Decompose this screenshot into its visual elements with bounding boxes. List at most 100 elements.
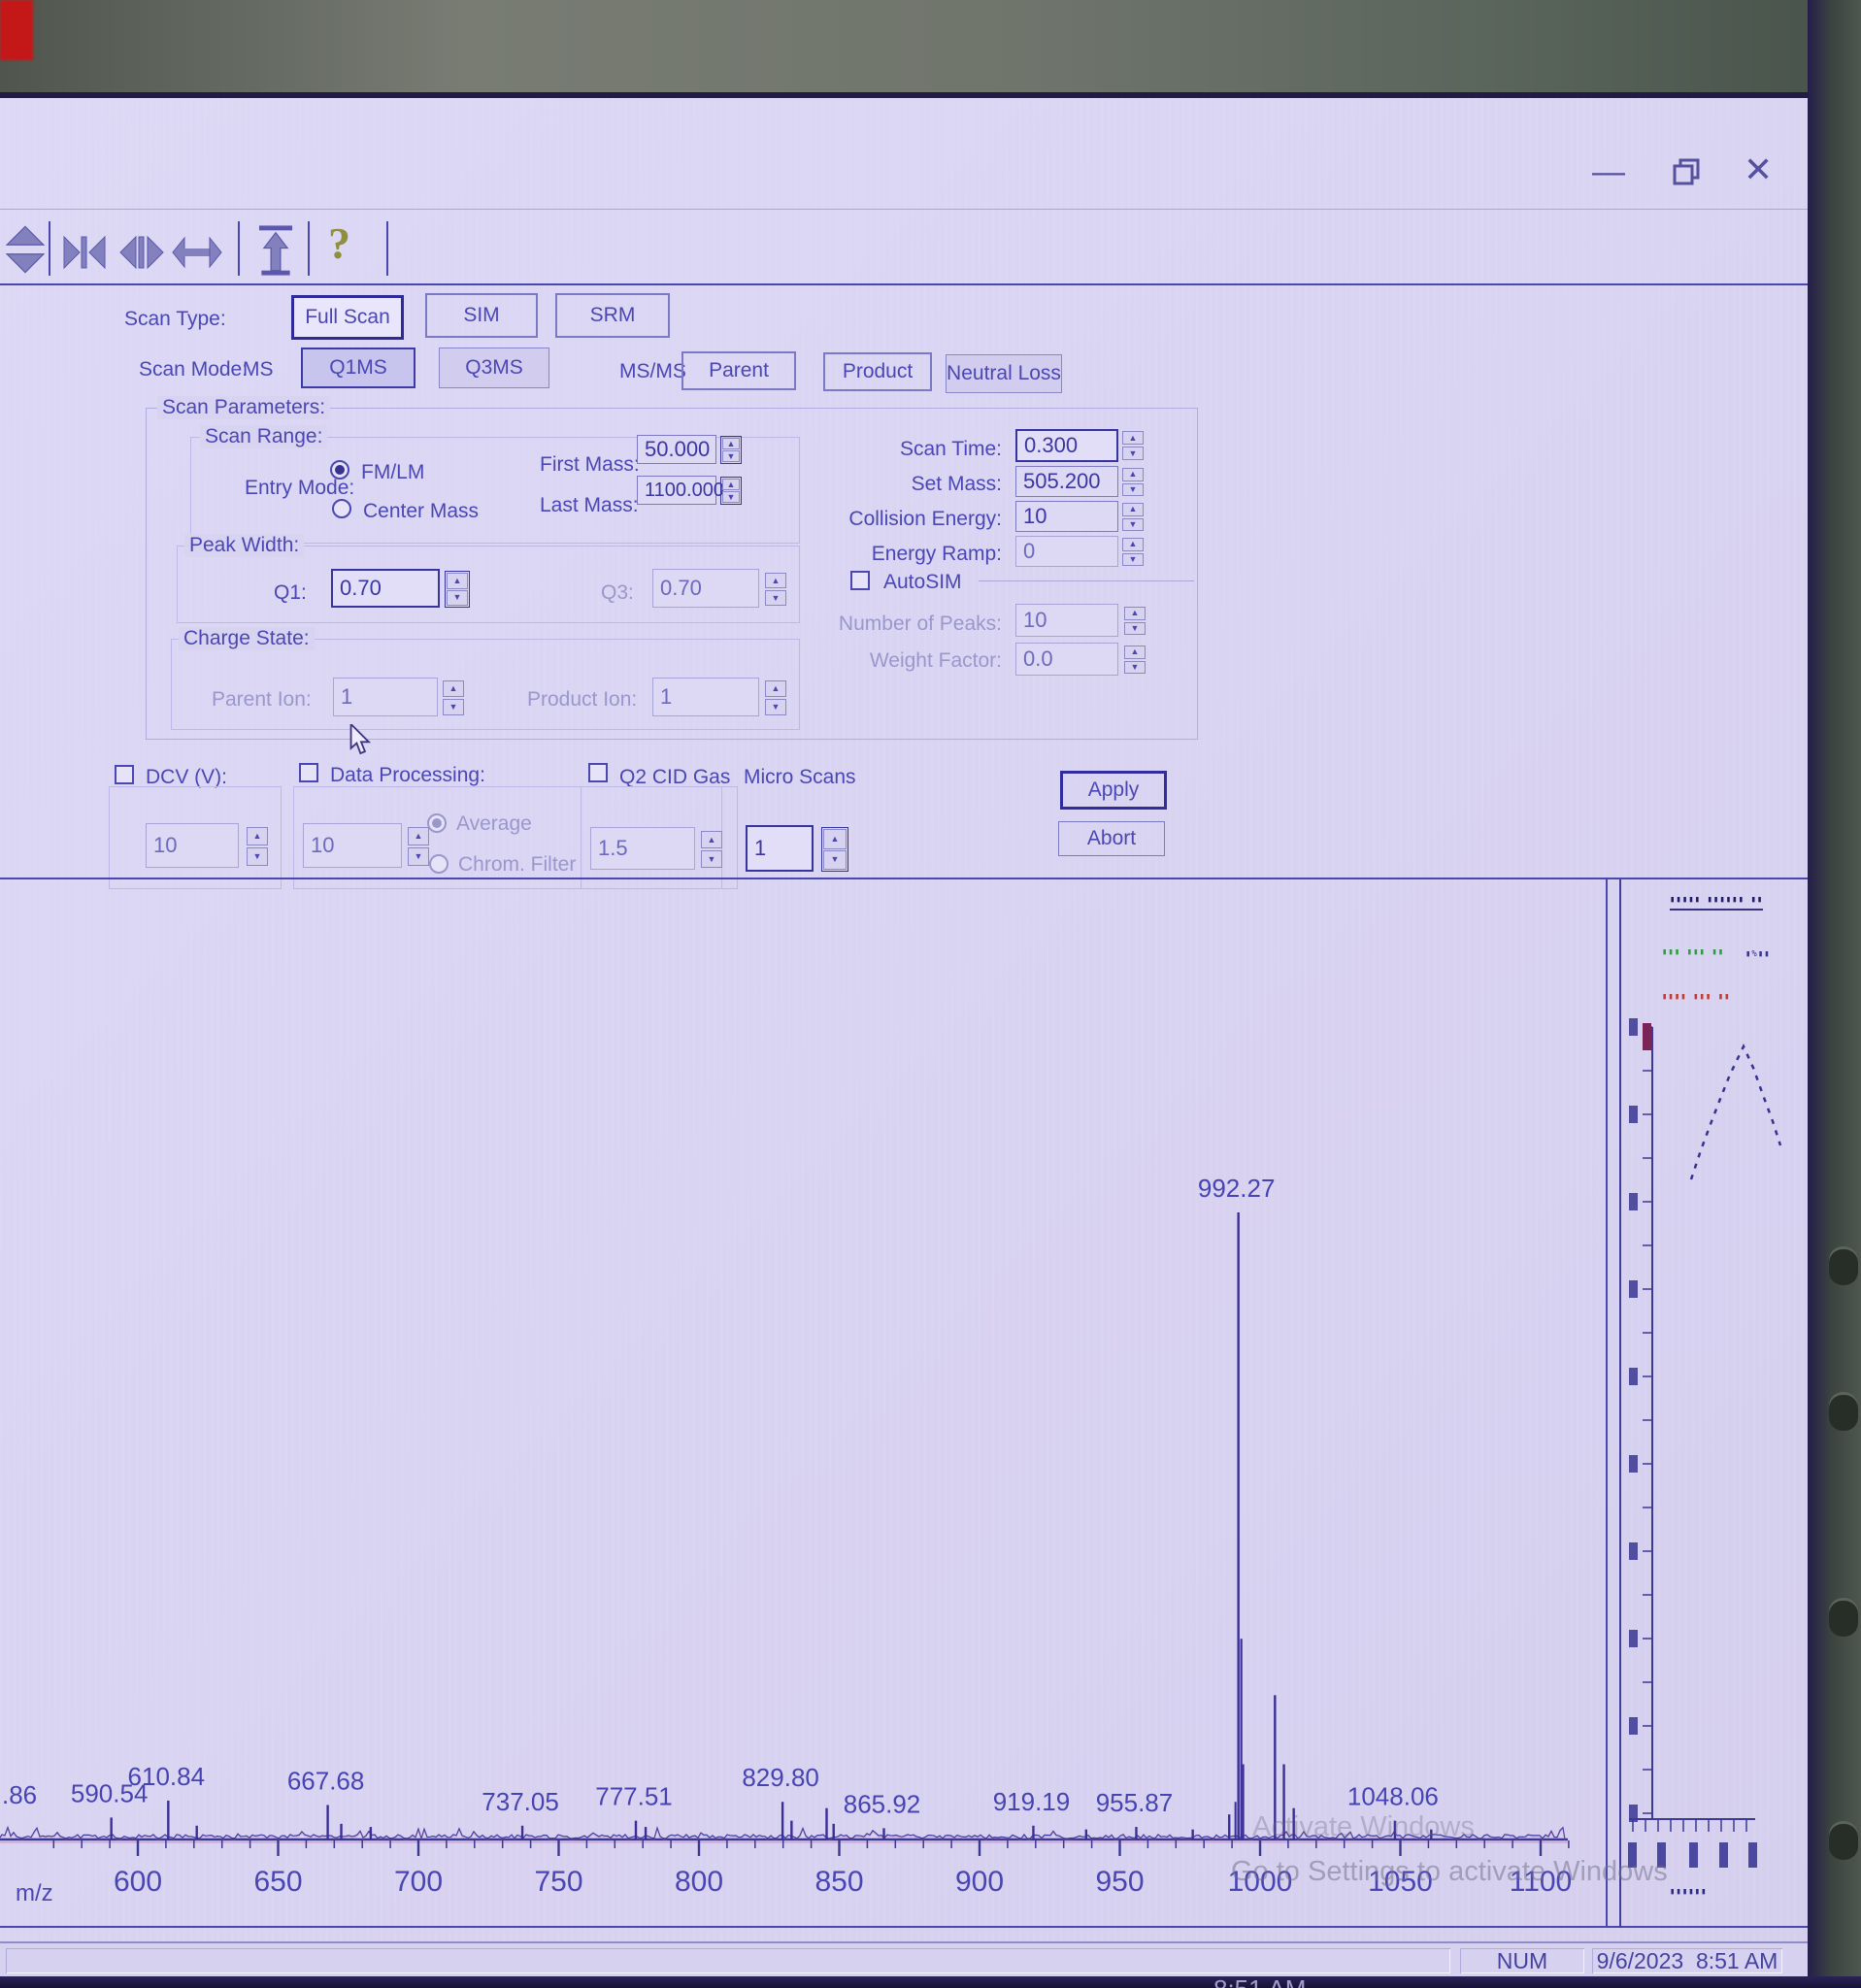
last-mass-label: Last Mass: bbox=[540, 494, 639, 516]
weight-factor-spinner[interactable] bbox=[1124, 646, 1146, 674]
q2-cid-gas-spinner[interactable] bbox=[701, 831, 722, 868]
abort-button[interactable]: Abort bbox=[1058, 821, 1165, 856]
center-mass-radio[interactable] bbox=[332, 499, 351, 518]
parent-ion-spinner[interactable] bbox=[443, 680, 464, 715]
charge-state-caption: Charge State: bbox=[179, 627, 315, 650]
data-processing-label[interactable]: Data Processing: bbox=[330, 763, 485, 788]
dcv-spinner[interactable] bbox=[247, 827, 268, 866]
data-processing-checkbox[interactable] bbox=[299, 763, 318, 782]
svg-text:1048.06: 1048.06 bbox=[1347, 1782, 1439, 1811]
mass-spectrum-plot: 600 650 700 750 800 850 900 950 1000 1050 1100590.… bbox=[0, 1174, 1572, 1898]
toolbar-separator bbox=[386, 221, 388, 276]
autosim-label[interactable]: AutoSIM bbox=[883, 570, 962, 595]
toolbar-bottom-divider bbox=[0, 283, 1808, 285]
scan-time-spinner[interactable] bbox=[1122, 431, 1144, 460]
vertical-fit-icon[interactable] bbox=[4, 224, 47, 280]
collision-energy-spinner[interactable] bbox=[1122, 503, 1144, 531]
number-of-peaks-input[interactable]: 10 bbox=[1015, 604, 1118, 637]
q1-input[interactable]: 0.70 bbox=[331, 569, 440, 608]
product-ion-spinner[interactable] bbox=[765, 680, 786, 715]
q3-label: Q3: bbox=[601, 581, 634, 604]
scan-mode-q3ms-button[interactable]: Q3MS bbox=[439, 348, 549, 388]
center-mass-radio-label[interactable]: Center Mass bbox=[363, 499, 479, 524]
red-label-patch bbox=[0, 0, 33, 60]
scan-type-sim-button[interactable]: SIM bbox=[425, 293, 538, 338]
status-datetime: 9/6/2023 8:51 AM bbox=[1592, 1948, 1782, 1973]
weight-factor-label: Weight Factor: bbox=[869, 649, 1002, 672]
product-ion-input[interactable]: 1 bbox=[652, 678, 759, 716]
mouse-cursor bbox=[348, 721, 375, 762]
set-mass-input[interactable]: 505.200 bbox=[1015, 466, 1118, 497]
number-of-peaks-spinner[interactable] bbox=[1124, 607, 1146, 635]
set-mass-spinner[interactable] bbox=[1122, 468, 1144, 496]
scan-mode-product-button[interactable]: Product bbox=[823, 352, 932, 391]
chrom-filter-radio[interactable] bbox=[429, 854, 449, 874]
scan-time-input[interactable]: 0.300 bbox=[1015, 429, 1118, 462]
q3-input[interactable]: 0.70 bbox=[652, 569, 759, 608]
minimize-button[interactable]: — bbox=[1592, 153, 1625, 191]
q3-spinner[interactable] bbox=[765, 573, 786, 606]
average-radio-label[interactable]: Average bbox=[456, 812, 532, 837]
fm-lm-radio[interactable] bbox=[330, 460, 349, 480]
bezel-notch bbox=[1829, 1246, 1858, 1285]
autosim-checkbox[interactable] bbox=[850, 571, 870, 590]
restore-button[interactable] bbox=[1672, 157, 1701, 191]
expand-from-bar-icon[interactable] bbox=[118, 233, 165, 277]
svg-text:955.87: 955.87 bbox=[1096, 1788, 1174, 1817]
average-radio[interactable] bbox=[427, 813, 447, 833]
toolbar-separator bbox=[238, 221, 240, 276]
q2-cid-gas-input[interactable]: 1.5 bbox=[590, 827, 695, 870]
raise-to-top-icon[interactable] bbox=[254, 223, 297, 282]
scan-type-full-scan-button[interactable]: Full Scan bbox=[291, 295, 404, 340]
scan-mode-neutral-loss-button[interactable]: Neutral Loss bbox=[946, 354, 1062, 393]
parent-ion-input[interactable]: 1 bbox=[333, 678, 438, 716]
fm-lm-radio-label[interactable]: FM/LM bbox=[361, 460, 424, 485]
first-mass-label: First Mass: bbox=[540, 453, 640, 476]
dcv-input[interactable]: 10 bbox=[146, 823, 239, 868]
q2-cid-gas-checkbox[interactable] bbox=[588, 763, 608, 782]
msms-label: MS/MS bbox=[619, 360, 686, 382]
set-mass-label: Set Mass: bbox=[911, 473, 1002, 495]
weight-factor-input[interactable]: 0.0 bbox=[1015, 643, 1118, 676]
scan-mode-parent-button[interactable]: Parent bbox=[681, 351, 796, 390]
last-mass-spinner[interactable] bbox=[720, 477, 742, 505]
q1-spinner[interactable] bbox=[445, 571, 470, 608]
scan-range-caption: Scan Range: bbox=[200, 425, 328, 448]
collision-energy-input[interactable]: 10 bbox=[1015, 501, 1118, 532]
svg-text:992.27: 992.27 bbox=[1198, 1174, 1276, 1203]
first-mass-input[interactable]: 50.000 bbox=[637, 435, 716, 464]
horizontal-span-icon[interactable] bbox=[171, 236, 223, 274]
first-mass-spinner[interactable] bbox=[720, 436, 742, 464]
status-num-indicator: NUM bbox=[1460, 1948, 1584, 1973]
collapse-to-bar-icon[interactable] bbox=[62, 233, 107, 277]
splitter[interactable] bbox=[0, 878, 1808, 879]
energy-ramp-input[interactable]: 0 bbox=[1015, 536, 1118, 567]
dcv-checkbox[interactable] bbox=[115, 765, 134, 784]
last-mass-input[interactable]: 1100.000 bbox=[637, 476, 724, 505]
svg-text:650: 650 bbox=[253, 1866, 302, 1898]
scan-mode-q1ms-button[interactable]: Q1MS bbox=[301, 348, 415, 388]
scan-type-srm-button[interactable]: SRM bbox=[555, 293, 670, 338]
energy-ramp-spinner[interactable] bbox=[1122, 538, 1144, 566]
restore-icon bbox=[1673, 158, 1700, 185]
help-icon[interactable]: ? bbox=[328, 217, 350, 269]
parent-ion-label: Parent Ion: bbox=[212, 688, 312, 711]
monitor-bezel-top bbox=[0, 0, 1861, 98]
svg-text:.86: .86 bbox=[2, 1780, 37, 1809]
micro-scans-spinner[interactable] bbox=[821, 827, 848, 872]
collision-energy-label: Collision Energy: bbox=[848, 508, 1002, 530]
close-button[interactable]: ✕ bbox=[1744, 149, 1773, 190]
chrom-filter-radio-label[interactable]: Chrom. Filter bbox=[458, 852, 576, 878]
apply-button[interactable]: Apply bbox=[1060, 771, 1167, 810]
svg-text:777.51: 777.51 bbox=[595, 1782, 673, 1811]
toolbar-top-divider bbox=[0, 209, 1808, 210]
micro-scans-input[interactable]: 1 bbox=[746, 825, 814, 872]
svg-text:800: 800 bbox=[675, 1866, 723, 1898]
data-processing-spinner[interactable] bbox=[408, 827, 429, 866]
data-processing-input[interactable]: 10 bbox=[303, 823, 402, 868]
bezel-notch bbox=[1829, 1821, 1858, 1860]
peak-width-caption: Peak Width: bbox=[184, 534, 305, 557]
svg-text:865.92: 865.92 bbox=[844, 1789, 921, 1818]
svg-text:850: 850 bbox=[814, 1866, 863, 1898]
energy-ramp-label: Energy Ramp: bbox=[871, 543, 1002, 565]
